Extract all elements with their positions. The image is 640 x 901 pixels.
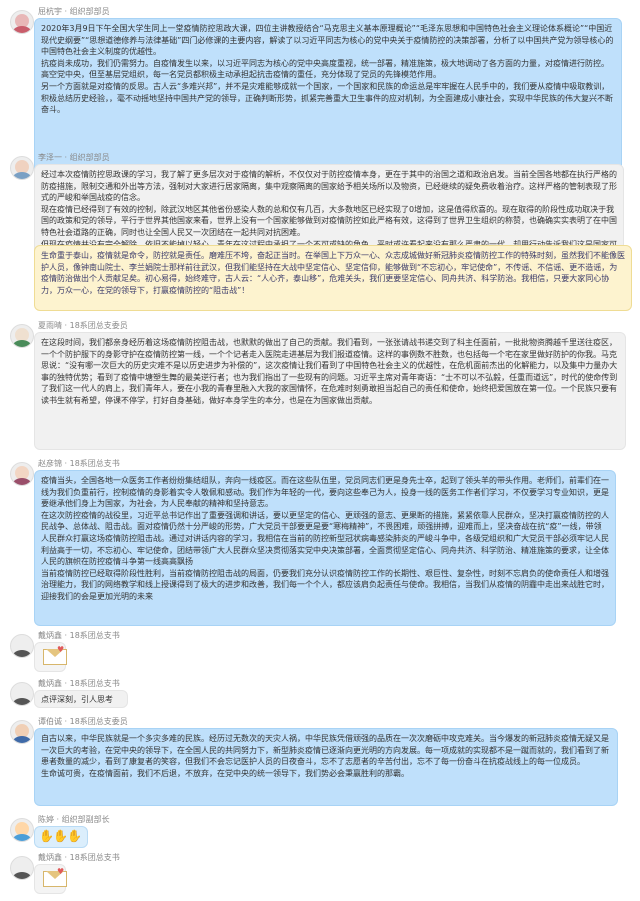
message-item: 戴炳鑫 · 18系团总支书 ♥ <box>0 630 640 674</box>
sender-name: 夏雨晴 · 18系团总支委员 <box>38 321 128 330</box>
message-bubble[interactable]: 经过本次疫情防控思政课的学习，我了解了更多层次对于疫情的解析，不仅仅对于防控疫情… <box>34 164 624 258</box>
message-bubble[interactable]: 自古以来，中华民族就是一个多灾多难的民族。经历过无数次的天灾人祸，中华民族凭借顽… <box>34 728 618 806</box>
message-text: 自古以来，中华民族就是一个多灾多难的民族。经历过无数次的天灾人祸，中华民族凭借顽… <box>41 734 609 767</box>
message-item: 戴炳鑫 · 18系团总支书 点评深刻，引人思考 <box>0 678 640 710</box>
message-text: 疫情当头，全国各地一众医务工作者纷纷集结组队，奔向一线疫区。而在这些队伍里，党员… <box>41 476 609 509</box>
avatar[interactable] <box>10 634 34 658</box>
sender-name: 戴炳鑫 · 18系团总支书 <box>38 853 120 862</box>
message-text: 在这段时间，我们都亲身经历着这场疫情防控阻击战，也默默的做出了自己的贡献。我们看… <box>41 338 618 405</box>
sticker-message[interactable]: ♥ <box>34 864 67 894</box>
sticker-message[interactable]: ♥ <box>34 642 67 672</box>
avatar[interactable] <box>10 324 34 348</box>
message-text: 当前疫情防控已经取得阶段性胜利，当前疫情防控阻击战的局面，仍要我们充分认识疫情防… <box>41 568 609 601</box>
clap-icon: ✋ <box>53 829 68 843</box>
avatar[interactable] <box>10 682 34 706</box>
sender-name: 屈杭宇 · 组织部部员 <box>38 7 110 16</box>
avatar[interactable] <box>10 10 34 34</box>
message-bubble[interactable]: 疫情当头，全国各地一众医务工作者纷纷集结组队，奔向一线疫区。而在这些队伍里，党员… <box>34 470 616 626</box>
avatar[interactable] <box>10 156 34 180</box>
message-text: 现在疫情已经得到了有效的控制，除武汉地区其他省份感染人数的总和仅有几百，大多数地… <box>41 204 617 237</box>
message-item: 陈婷 · 组织部副部长 ✋ ✋ ✋ <box>0 814 640 850</box>
message-item: 谭伯诚 · 18系团总支委员 自古以来，中华民族就是一个多灾多难的民族。经历过无… <box>0 716 640 808</box>
heart-icon: ♥ <box>57 867 65 876</box>
avatar[interactable] <box>10 856 34 880</box>
sender-name: 陈婷 · 组织部副部长 <box>38 815 110 824</box>
sender-name: 李泽一 · 组织部部员 <box>38 153 110 162</box>
message-text: 在这次防控疫情的战役里，习近平总书记作出了重要强调和讲话，要以更坚定的信心、更顽… <box>41 510 609 567</box>
message-bubble[interactable]: 在这段时间，我们都亲身经历着这场疫情防控阻击战，也默默的做出了自己的贡献。我们看… <box>34 332 626 450</box>
clap-icon: ✋ <box>39 829 54 843</box>
message-text: 另一个方面就是对疫情的反思。古人云“多难兴邦”，并不是灾难能够成就一个国家，一个… <box>41 81 613 115</box>
avatar[interactable] <box>10 818 34 842</box>
chat-window: 屈杭宇 · 组织部部员 2020年3月9日下午全国大学生同上一堂疫情防控思政大课… <box>0 0 640 901</box>
avatar[interactable] <box>10 462 34 486</box>
message-text: 抗疫尚未成功，我们仍需努力。自疫情发生以来，以习近平同志为核心的党中央高度重视，… <box>41 58 609 80</box>
message-text: 生命重于泰山，疫情就是命令，防控就是责任。磨难压不垮，奋起正当时。在举国上下万众… <box>41 251 625 295</box>
message-text: 生命诚可贵，在疫情面前，我们不后退，不放弃，在党中央的统一领导下，我们势必会秉赢… <box>41 768 409 778</box>
sender-name: 戴炳鑫 · 18系团总支书 <box>38 631 120 640</box>
message-text: 点评深刻，引人思考 <box>41 695 113 704</box>
avatar[interactable] <box>10 720 34 744</box>
clap-emoji-message[interactable]: ✋ ✋ ✋ <box>34 826 88 848</box>
message-text: 2020年3月9日下午全国大学生同上一堂疫情防控思政大课，四位主讲教授结合“马克… <box>41 24 614 57</box>
quoted-message-bubble[interactable]: 生命重于泰山，疫情就是命令，防控就是责任。磨难压不垮，奋起正当时。在举国上下万众… <box>34 245 632 311</box>
message-item: 夏雨晴 · 18系团总支委员 在这段时间，我们都亲身经历着这场疫情防控阻击战，也… <box>0 320 640 452</box>
sender-name: 谭伯诚 · 18系团总支委员 <box>38 717 128 726</box>
message-bubble[interactable]: 点评深刻，引人思考 <box>34 690 128 708</box>
message-item: 戴炳鑫 · 18系团总支书 ♥ <box>0 852 640 898</box>
sender-name: 赵彦锦 · 18系团总支书 <box>38 459 120 468</box>
message-text: 经过本次疫情防控思政课的学习，我了解了更多层次对于疫情的解析，不仅仅对于防控疫情… <box>41 170 617 203</box>
message-item: 李泽一 · 组织部部员 经过本次疫情防控思政课的学习，我了解了更多层次对于疫情的… <box>0 152 640 258</box>
message-item: 赵彦锦 · 18系团总支书 疫情当头，全国各地一众医务工作者纷纷集结组队，奔向一… <box>0 458 640 628</box>
heart-icon: ♥ <box>57 645 65 654</box>
sender-name: 戴炳鑫 · 18系团总支书 <box>38 679 120 688</box>
clap-icon: ✋ <box>67 829 82 843</box>
